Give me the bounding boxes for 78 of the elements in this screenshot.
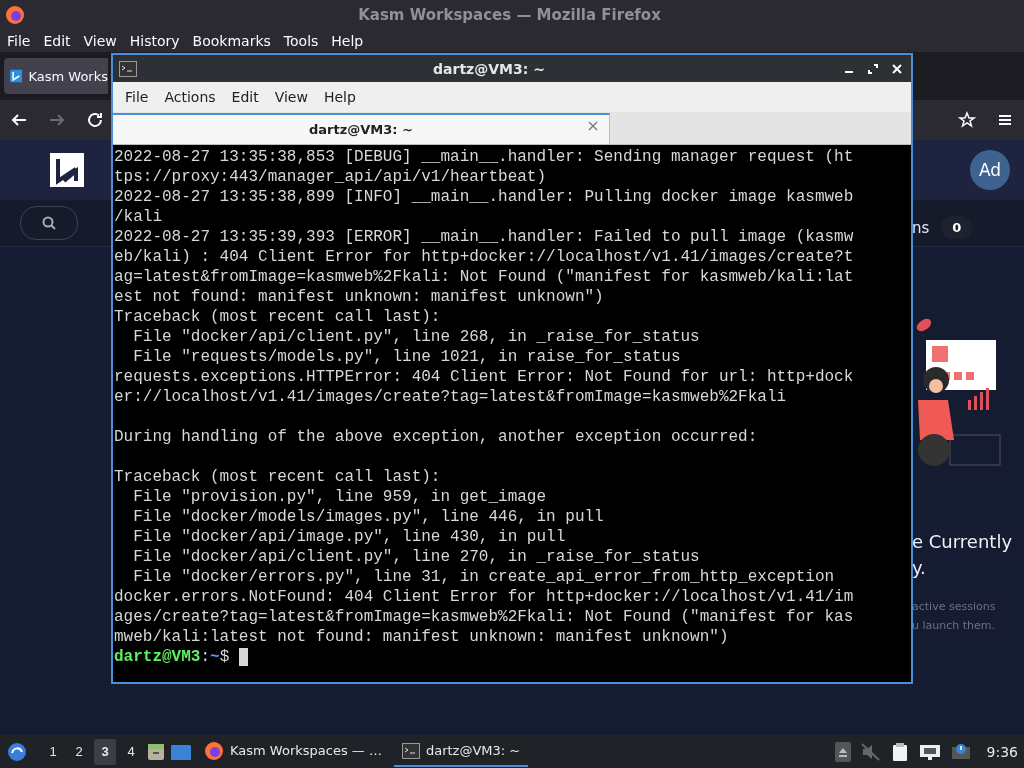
terminal-output-line: docker.errors.NotFound: 404 Client Error for http+docker://localhost/v1.41/im [114, 588, 854, 606]
terminal-output-line: requests.exceptions.HTTPError: 404 Client Error: Not Found for url: http+dock [114, 368, 854, 386]
menu-item[interactable]: Tools [283, 33, 319, 49]
firefox-logo-icon [204, 740, 224, 761]
eject-icon[interactable] [834, 741, 851, 762]
terminal-icon [119, 60, 137, 77]
clipboard-icon[interactable] [890, 741, 909, 762]
terminal-output-line: During handling of the above exception, another exception occurred: [114, 428, 758, 446]
menu-item[interactable]: Actions [156, 89, 224, 105]
terminal-output-line: File "docker/api/client.py", line 270, in _raise_for_status [132, 548, 700, 566]
window-title: dartz@VM3: ~ [432, 60, 546, 77]
kasm-logo-icon [50, 153, 84, 187]
menu-item[interactable]: History [129, 33, 180, 49]
terminal-output-line: File "docker/errors.py", line 31, in create_api_error_from_http_exception [132, 568, 835, 586]
firefox-logo-icon [5, 5, 25, 25]
user-avatar[interactable]: Ad [970, 150, 1010, 190]
close-icon [892, 63, 902, 74]
menu-item[interactable]: Help [331, 33, 364, 49]
menu-item[interactable]: Edit [43, 33, 71, 49]
menu-item[interactable]: Edit [223, 89, 267, 105]
terminal-output-line: 2022-08-27 13:35:38,853 [DEBUG] __main__.handler: Sending manager request (ht [114, 148, 854, 166]
minimize-icon [844, 70, 854, 73]
taskbar-task[interactable]: dartz@VM3: ~ [393, 736, 529, 767]
terminal-output-line: 2022-08-27 13:35:39,393 [ERROR] __main__.handler: Failed to pull image (kasmw [114, 228, 854, 246]
start-menu-icon[interactable] [6, 740, 28, 763]
prompt-separator: : [200, 647, 211, 667]
browser-tab[interactable]: Kasm Works [4, 58, 108, 94]
search-icon [42, 216, 56, 230]
reload-icon[interactable] [86, 111, 104, 129]
terminal-output-line: File "requests/models.py", line 1021, in raise_for_status [132, 348, 681, 366]
terminal-output-line: er://localhost/v1.41/images/create?tag=latest&fromImage=kasmweb%2Fkali [114, 388, 787, 406]
window-title: Kasm Workspaces — Mozilla Firefox [357, 6, 662, 24]
menu-item[interactable]: View [266, 89, 316, 105]
menu-item[interactable]: File [117, 89, 157, 105]
terminal-tab[interactable]: dartz@VM3: ~ [113, 113, 610, 144]
terminal-output-line: 2022-08-27 13:35:38,899 [INFO] __main__.handler: Pulling docker image kasmweb [114, 188, 854, 206]
kasm-logo-icon [10, 68, 23, 84]
terminal-output-line: mweb/kali:latest not found: manifest unknown: manifest unknown") [114, 628, 729, 646]
menu-item[interactable]: File [7, 33, 31, 49]
terminal-icon [401, 742, 420, 759]
file-cabinet-icon[interactable] [146, 741, 166, 762]
sessions-label: ns [912, 218, 930, 237]
terminal-output-line: File "docker/api/image.py", line 430, in pull [132, 528, 566, 546]
search-field[interactable] [20, 206, 78, 240]
workspace-switcher[interactable]: 2 [68, 738, 90, 765]
menu-item[interactable]: Bookmarks [192, 33, 271, 49]
terminal-output-line: File "provision.py", line 959, in get_image [132, 488, 547, 506]
terminal-output-line: Traceback (most recent call last): [114, 308, 441, 326]
terminal-output-line: ages/create?tag=latest&fromImage=kasmweb%2Fkali: Not Found ("manifest for kas [114, 608, 854, 626]
empty-title: y. [912, 556, 927, 580]
star-icon[interactable] [958, 111, 976, 129]
muted-speaker-icon[interactable] [860, 742, 881, 761]
terminal-output-line: eb/kali) : 404 Client Error for http+docker://localhost/v1.41/images/create?t [114, 248, 854, 266]
clock: 9:36 [986, 743, 1018, 760]
prompt-path: ~ [210, 647, 220, 667]
workspace-switcher[interactable]: 4 [120, 738, 142, 765]
workspace-switcher[interactable]: 1 [42, 738, 64, 765]
empty-description: u launch them. [912, 618, 996, 634]
prompt-user-host: dartz@VM3 [114, 647, 201, 667]
network-icon[interactable] [918, 742, 941, 761]
menu-item[interactable]: Help [315, 89, 364, 105]
terminal-output-line: est not found: manifest unknown: manifest unknown") [114, 288, 604, 306]
terminal-output-line: tps://proxy:443/manager_api/api/v1/heartbeat) [114, 168, 547, 186]
terminal-output-line: ag=latest&fromImage=kasmweb%2Fkali: Not Found ("manifest for kasmweb/kali:lat [114, 268, 854, 286]
notification-icon[interactable] [950, 742, 971, 761]
workspace-switcher[interactable]: 3 [94, 738, 116, 765]
empty-description: active sessions [912, 599, 997, 615]
maximize-icon [868, 63, 878, 74]
terminal-output-line: File "docker/models/images.py", line 446, in pull [132, 508, 604, 526]
terminal-output-line: File "docker/api/client.py", line 268, in _raise_for_status [132, 328, 700, 346]
terminal-output-line: /kali [114, 208, 162, 226]
taskbar-task[interactable]: Kasm Workspaces — … [196, 736, 390, 767]
prompt-symbol: $ [219, 647, 230, 667]
menu-item[interactable]: View [83, 33, 117, 49]
text-cursor [239, 648, 249, 666]
empty-title: e Currently [912, 530, 1014, 554]
terminal-output-line: Traceback (most recent call last): [114, 468, 441, 486]
close-icon [587, 119, 599, 132]
